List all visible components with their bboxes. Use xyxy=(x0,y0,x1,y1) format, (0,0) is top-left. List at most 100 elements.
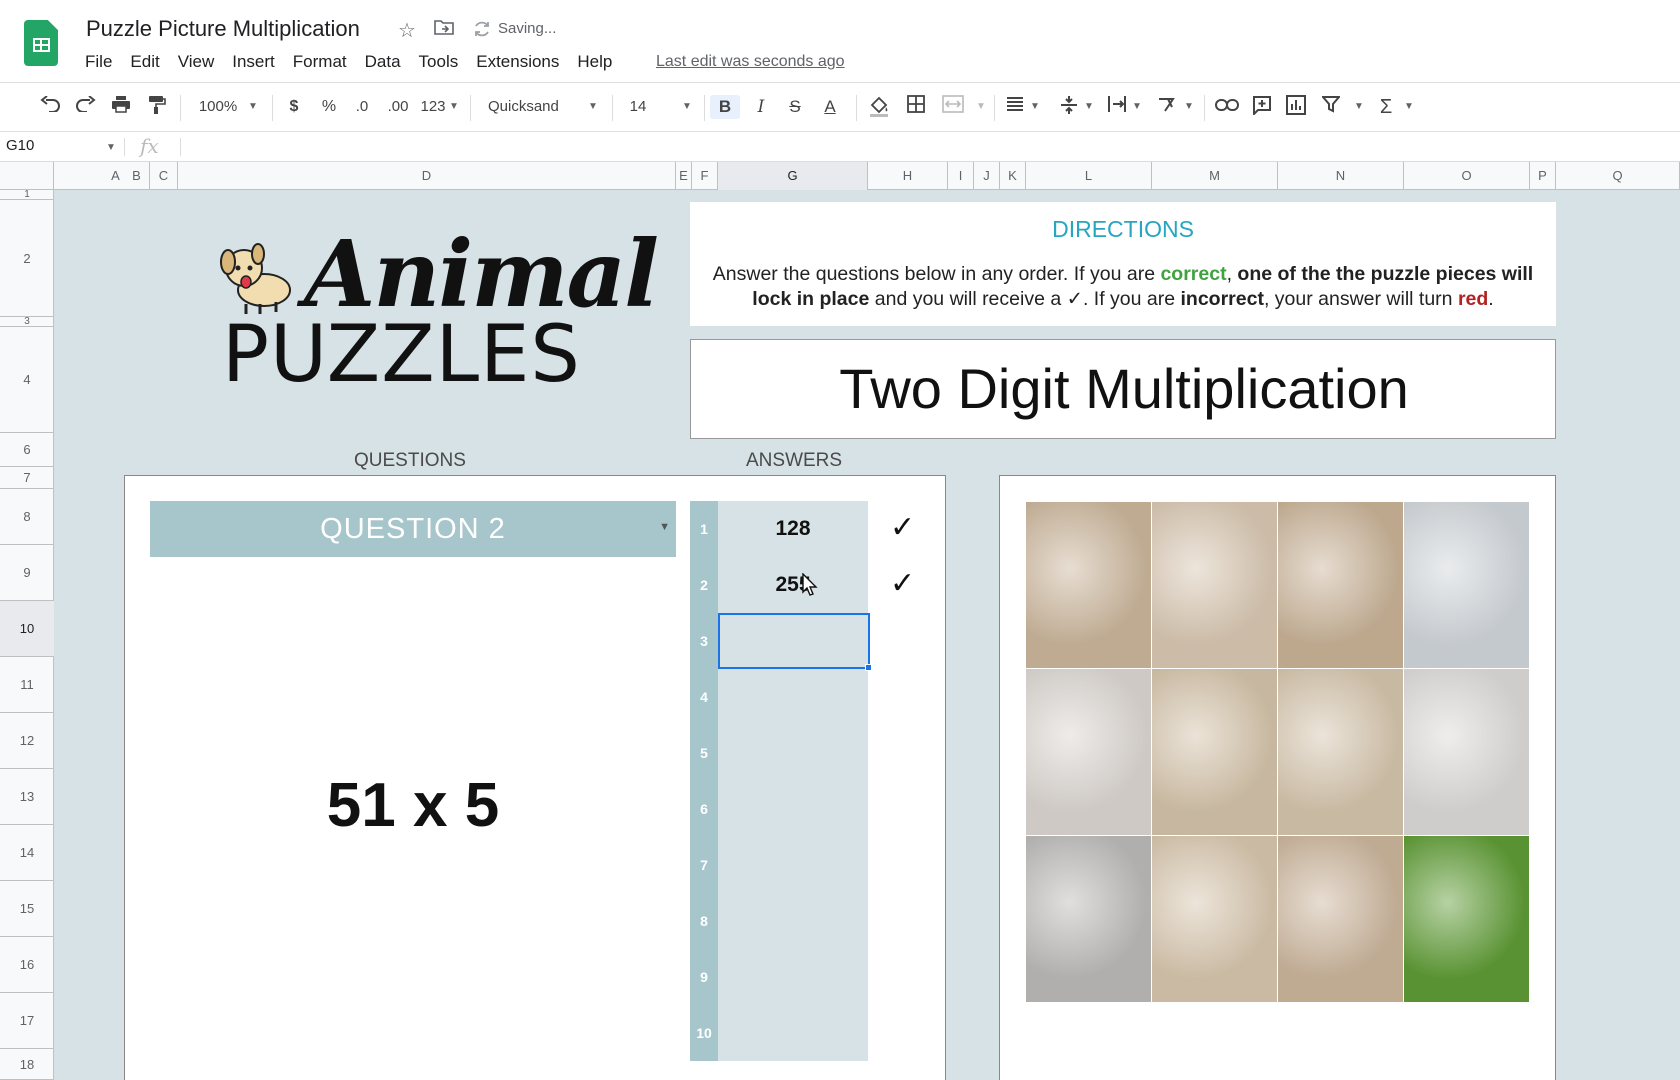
insert-comment-icon[interactable] xyxy=(1250,95,1274,119)
name-box-caret-icon[interactable]: ▼ xyxy=(106,142,116,153)
answer-cell[interactable] xyxy=(718,781,868,837)
borders-icon[interactable] xyxy=(904,95,928,119)
text-color-button[interactable]: A xyxy=(818,95,842,119)
column-header[interactable]: C xyxy=(150,162,178,190)
insert-chart-icon[interactable] xyxy=(1284,95,1308,119)
insert-link-icon[interactable] xyxy=(1214,95,1240,119)
menu-data[interactable]: Data xyxy=(356,52,410,72)
answer-cell[interactable]: 128 xyxy=(718,501,868,557)
rotation-caret-icon[interactable]: ▼ xyxy=(1184,95,1194,119)
currency-format-button[interactable]: $ xyxy=(286,95,302,119)
column-header[interactable]: I xyxy=(948,162,974,190)
column-header[interactable]: K xyxy=(1000,162,1026,190)
row-header[interactable]: 8 xyxy=(0,489,54,545)
row-header[interactable]: 9 xyxy=(0,545,54,601)
name-box[interactable]: G10 xyxy=(6,137,34,154)
decrease-decimal-button[interactable]: .0 xyxy=(350,95,374,119)
number-format-caret-icon[interactable]: ▼ xyxy=(449,95,459,119)
row-header[interactable]: 7 xyxy=(0,467,54,489)
document-title[interactable]: Puzzle Picture Multiplication xyxy=(86,16,360,42)
functions-caret-icon[interactable]: ▼ xyxy=(1404,95,1414,119)
h-align-caret-icon[interactable]: ▼ xyxy=(1030,95,1040,119)
select-all-corner[interactable] xyxy=(0,162,54,190)
row-header[interactable]: 12 xyxy=(0,713,54,769)
row-header[interactable]: 11 xyxy=(0,657,54,713)
answer-cell[interactable] xyxy=(718,725,868,781)
question-dropdown[interactable]: QUESTION 2 ▼ xyxy=(150,501,676,557)
bold-button[interactable]: B xyxy=(710,95,740,119)
text-rotation-icon[interactable] xyxy=(1156,95,1180,119)
column-header[interactable]: E xyxy=(676,162,692,190)
horizontal-align-icon[interactable] xyxy=(1004,95,1026,119)
filter-icon[interactable] xyxy=(1320,95,1342,119)
menu-help[interactable]: Help xyxy=(568,52,621,72)
zoom-caret-icon[interactable]: ▼ xyxy=(248,95,258,119)
v-align-caret-icon[interactable]: ▼ xyxy=(1084,95,1094,119)
row-header[interactable]: 17 xyxy=(0,993,54,1049)
menu-insert[interactable]: Insert xyxy=(223,52,284,72)
redo-icon[interactable] xyxy=(72,95,98,119)
fill-color-icon[interactable] xyxy=(866,95,892,119)
answer-cell[interactable] xyxy=(718,837,868,893)
wrapping-caret-icon[interactable]: ▼ xyxy=(1132,95,1142,119)
fill-handle[interactable] xyxy=(865,664,872,671)
functions-icon[interactable]: Σ xyxy=(1376,95,1396,119)
sheets-logo-icon[interactable] xyxy=(24,20,58,66)
undo-icon[interactable] xyxy=(38,95,64,119)
menu-extensions[interactable]: Extensions xyxy=(467,52,568,72)
menu-file[interactable]: File xyxy=(76,52,121,72)
paint-format-icon[interactable] xyxy=(144,95,170,119)
answer-cell[interactable] xyxy=(718,669,868,725)
font-size-select[interactable]: 14 xyxy=(628,95,648,119)
row-header[interactable]: 15 xyxy=(0,881,54,937)
merge-cells-icon[interactable] xyxy=(940,95,966,119)
column-header[interactable]: L xyxy=(1026,162,1152,190)
row-header[interactable]: 4 xyxy=(0,327,54,433)
font-family-select[interactable]: Quicksand xyxy=(488,95,578,119)
last-edit-link[interactable]: Last edit was seconds ago xyxy=(656,53,845,71)
row-header[interactable]: 13 xyxy=(0,769,54,825)
column-header[interactable]: Q xyxy=(1556,162,1680,190)
row-header[interactable]: 1 xyxy=(0,189,54,200)
row-header[interactable]: 3 xyxy=(0,316,54,327)
answer-cell[interactable] xyxy=(718,893,868,949)
chevron-down-icon[interactable]: ▼ xyxy=(659,521,670,533)
row-header[interactable]: 14 xyxy=(0,825,54,881)
strikethrough-button[interactable]: S xyxy=(786,95,804,119)
menu-edit[interactable]: Edit xyxy=(121,52,168,72)
answer-cell[interactable] xyxy=(718,949,868,1005)
vertical-align-icon[interactable] xyxy=(1058,95,1080,119)
italic-button[interactable]: I xyxy=(752,95,770,119)
font-family-caret-icon[interactable]: ▼ xyxy=(588,95,598,119)
star-icon[interactable]: ☆ xyxy=(398,18,416,43)
column-header[interactable]: J xyxy=(974,162,1000,190)
menu-format[interactable]: Format xyxy=(284,52,356,72)
column-header[interactable]: F xyxy=(692,162,718,190)
answer-cell[interactable] xyxy=(718,1005,868,1061)
number-format-button[interactable]: 123 xyxy=(418,95,448,119)
font-size-caret-icon[interactable]: ▼ xyxy=(682,95,692,119)
menu-tools[interactable]: Tools xyxy=(410,52,468,72)
print-icon[interactable] xyxy=(108,95,134,119)
merge-caret-icon[interactable]: ▼ xyxy=(976,95,986,119)
answer-cell[interactable]: 255 xyxy=(718,557,868,613)
increase-decimal-button[interactable]: .00 xyxy=(384,95,412,119)
filter-caret-icon[interactable]: ▼ xyxy=(1354,95,1364,119)
text-wrapping-icon[interactable] xyxy=(1106,95,1128,119)
column-header[interactable]: H xyxy=(868,162,948,190)
column-header[interactable]: D xyxy=(178,162,676,190)
row-header[interactable]: 6 xyxy=(0,433,54,467)
column-header[interactable]: N xyxy=(1278,162,1404,190)
menu-view[interactable]: View xyxy=(169,52,224,72)
percent-format-button[interactable]: % xyxy=(320,95,338,119)
sheet-grid[interactable]: Animal PUZZLES DIRECTIONS Answer the que… xyxy=(54,190,1680,1080)
column-header[interactable]: P xyxy=(1530,162,1556,190)
selected-cell-outline[interactable] xyxy=(718,613,872,671)
column-header[interactable]: M xyxy=(1152,162,1278,190)
formula-input[interactable] xyxy=(190,137,1590,157)
row-header[interactable]: 18 xyxy=(0,1049,54,1080)
column-header[interactable]: G xyxy=(718,162,868,190)
move-folder-icon[interactable] xyxy=(434,18,454,42)
row-header[interactable]: 16 xyxy=(0,937,54,993)
row-header[interactable]: 10 xyxy=(0,601,54,657)
